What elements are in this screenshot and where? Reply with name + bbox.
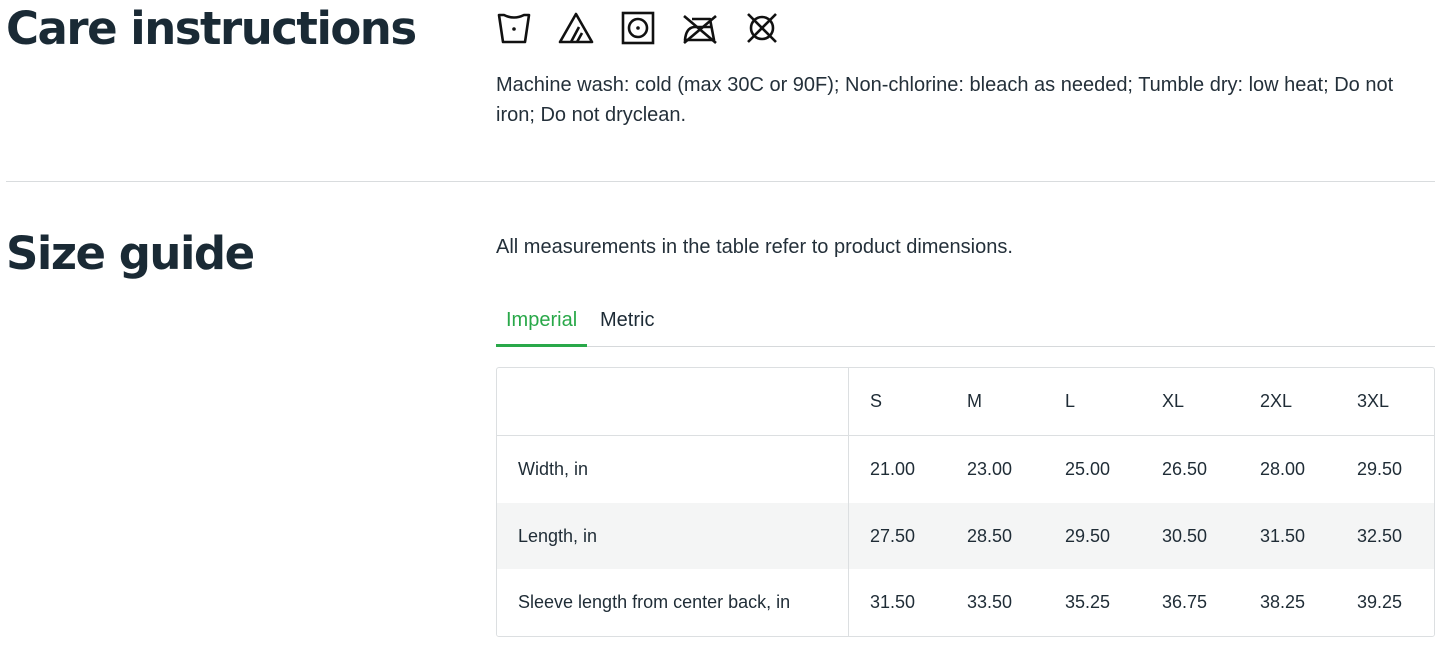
table-cell: 36.75 (1162, 592, 1208, 612)
table-row: Length, in 27.50 28.50 29.50 30.50 31.50… (497, 503, 1434, 569)
wash-cold-icon (496, 10, 532, 46)
section-divider (6, 181, 1435, 182)
table-column-divider (848, 368, 849, 636)
size-header: S (870, 391, 883, 411)
table-cell: 38.25 (1260, 592, 1306, 612)
unit-tabs: Imperial Metric (496, 300, 1435, 347)
tumble-dry-low-icon (620, 10, 656, 46)
table-cell: 23.00 (967, 459, 1013, 479)
care-instructions-title: Care instructions (6, 2, 417, 55)
row-label: Length, in (518, 525, 598, 546)
size-header: L (1065, 391, 1076, 411)
tab-imperial[interactable]: Imperial (496, 300, 588, 347)
table-cell: 21.00 (870, 459, 916, 479)
care-instructions-text: Machine wash: cold (max 30C or 90F); Non… (496, 74, 1394, 126)
care-icons (496, 10, 780, 46)
table-cell: 30.50 (1162, 525, 1208, 546)
table-cell: 33.50 (967, 592, 1013, 612)
size-header: 3XL (1357, 391, 1390, 411)
size-guide-note: All measurements in the table refer to p… (496, 236, 1013, 258)
row-label: Sleeve length from center back, in (518, 592, 791, 612)
table-cell: 27.50 (870, 525, 916, 546)
non-chlorine-bleach-icon (558, 10, 594, 46)
table-cell: 31.50 (1260, 525, 1306, 546)
size-header: 2XL (1260, 391, 1293, 411)
table-row: Width, in 21.00 23.00 25.00 26.50 28.00 … (497, 436, 1434, 503)
table-cell: 28.50 (967, 525, 1013, 546)
table-header-row: S M L XL 2XL 3XL (497, 368, 1434, 436)
size-guide-title: Size guide (6, 227, 255, 280)
table-row: Sleeve length from center back, in 31.50… (497, 569, 1434, 636)
table-cell: 35.25 (1065, 592, 1111, 612)
table-cell: 28.00 (1260, 459, 1306, 479)
do-not-dryclean-icon (744, 10, 780, 46)
table-cell: 29.50 (1357, 459, 1403, 479)
do-not-iron-icon (682, 10, 718, 46)
table-cell: 32.50 (1357, 525, 1403, 546)
table-cell: 39.25 (1357, 592, 1403, 612)
table-cell: 25.00 (1065, 459, 1111, 479)
size-header: XL (1162, 391, 1185, 411)
tab-metric[interactable]: Metric (590, 300, 664, 347)
size-header: M (967, 391, 982, 411)
size-table: S M L XL 2XL 3XL Width, in 21.00 23.00 2… (496, 367, 1435, 637)
table-cell: 26.50 (1162, 459, 1208, 479)
row-label: Width, in (518, 459, 589, 479)
table-cell: 29.50 (1065, 525, 1111, 546)
table-cell: 31.50 (870, 592, 916, 612)
